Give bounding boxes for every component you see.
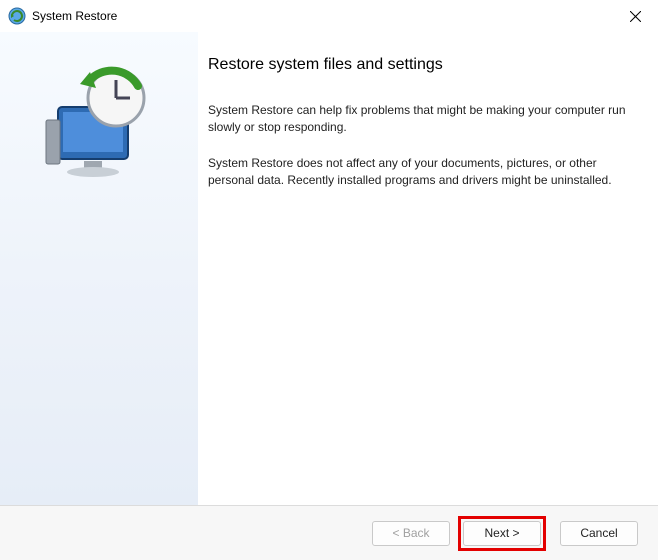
wizard-sidebar: [0, 32, 198, 506]
next-button-highlight: Next >: [458, 516, 546, 551]
wizard-body: Restore system files and settings System…: [0, 32, 658, 506]
close-button[interactable]: [612, 0, 658, 32]
page-heading: Restore system files and settings: [208, 56, 630, 74]
next-button[interactable]: Next >: [463, 521, 541, 546]
window-title: System Restore: [32, 9, 612, 23]
cancel-button[interactable]: Cancel: [560, 521, 638, 546]
title-bar: System Restore: [0, 0, 658, 33]
wizard-footer: < Back Next > Cancel: [0, 505, 658, 560]
intro-paragraph-1: System Restore can help fix problems tha…: [208, 102, 630, 137]
back-button: < Back: [372, 521, 450, 546]
wizard-content: Restore system files and settings System…: [198, 32, 658, 506]
system-restore-icon: [8, 7, 26, 25]
intro-paragraph-2: System Restore does not affect any of yo…: [208, 155, 630, 190]
restore-monitor-icon: [38, 62, 158, 182]
